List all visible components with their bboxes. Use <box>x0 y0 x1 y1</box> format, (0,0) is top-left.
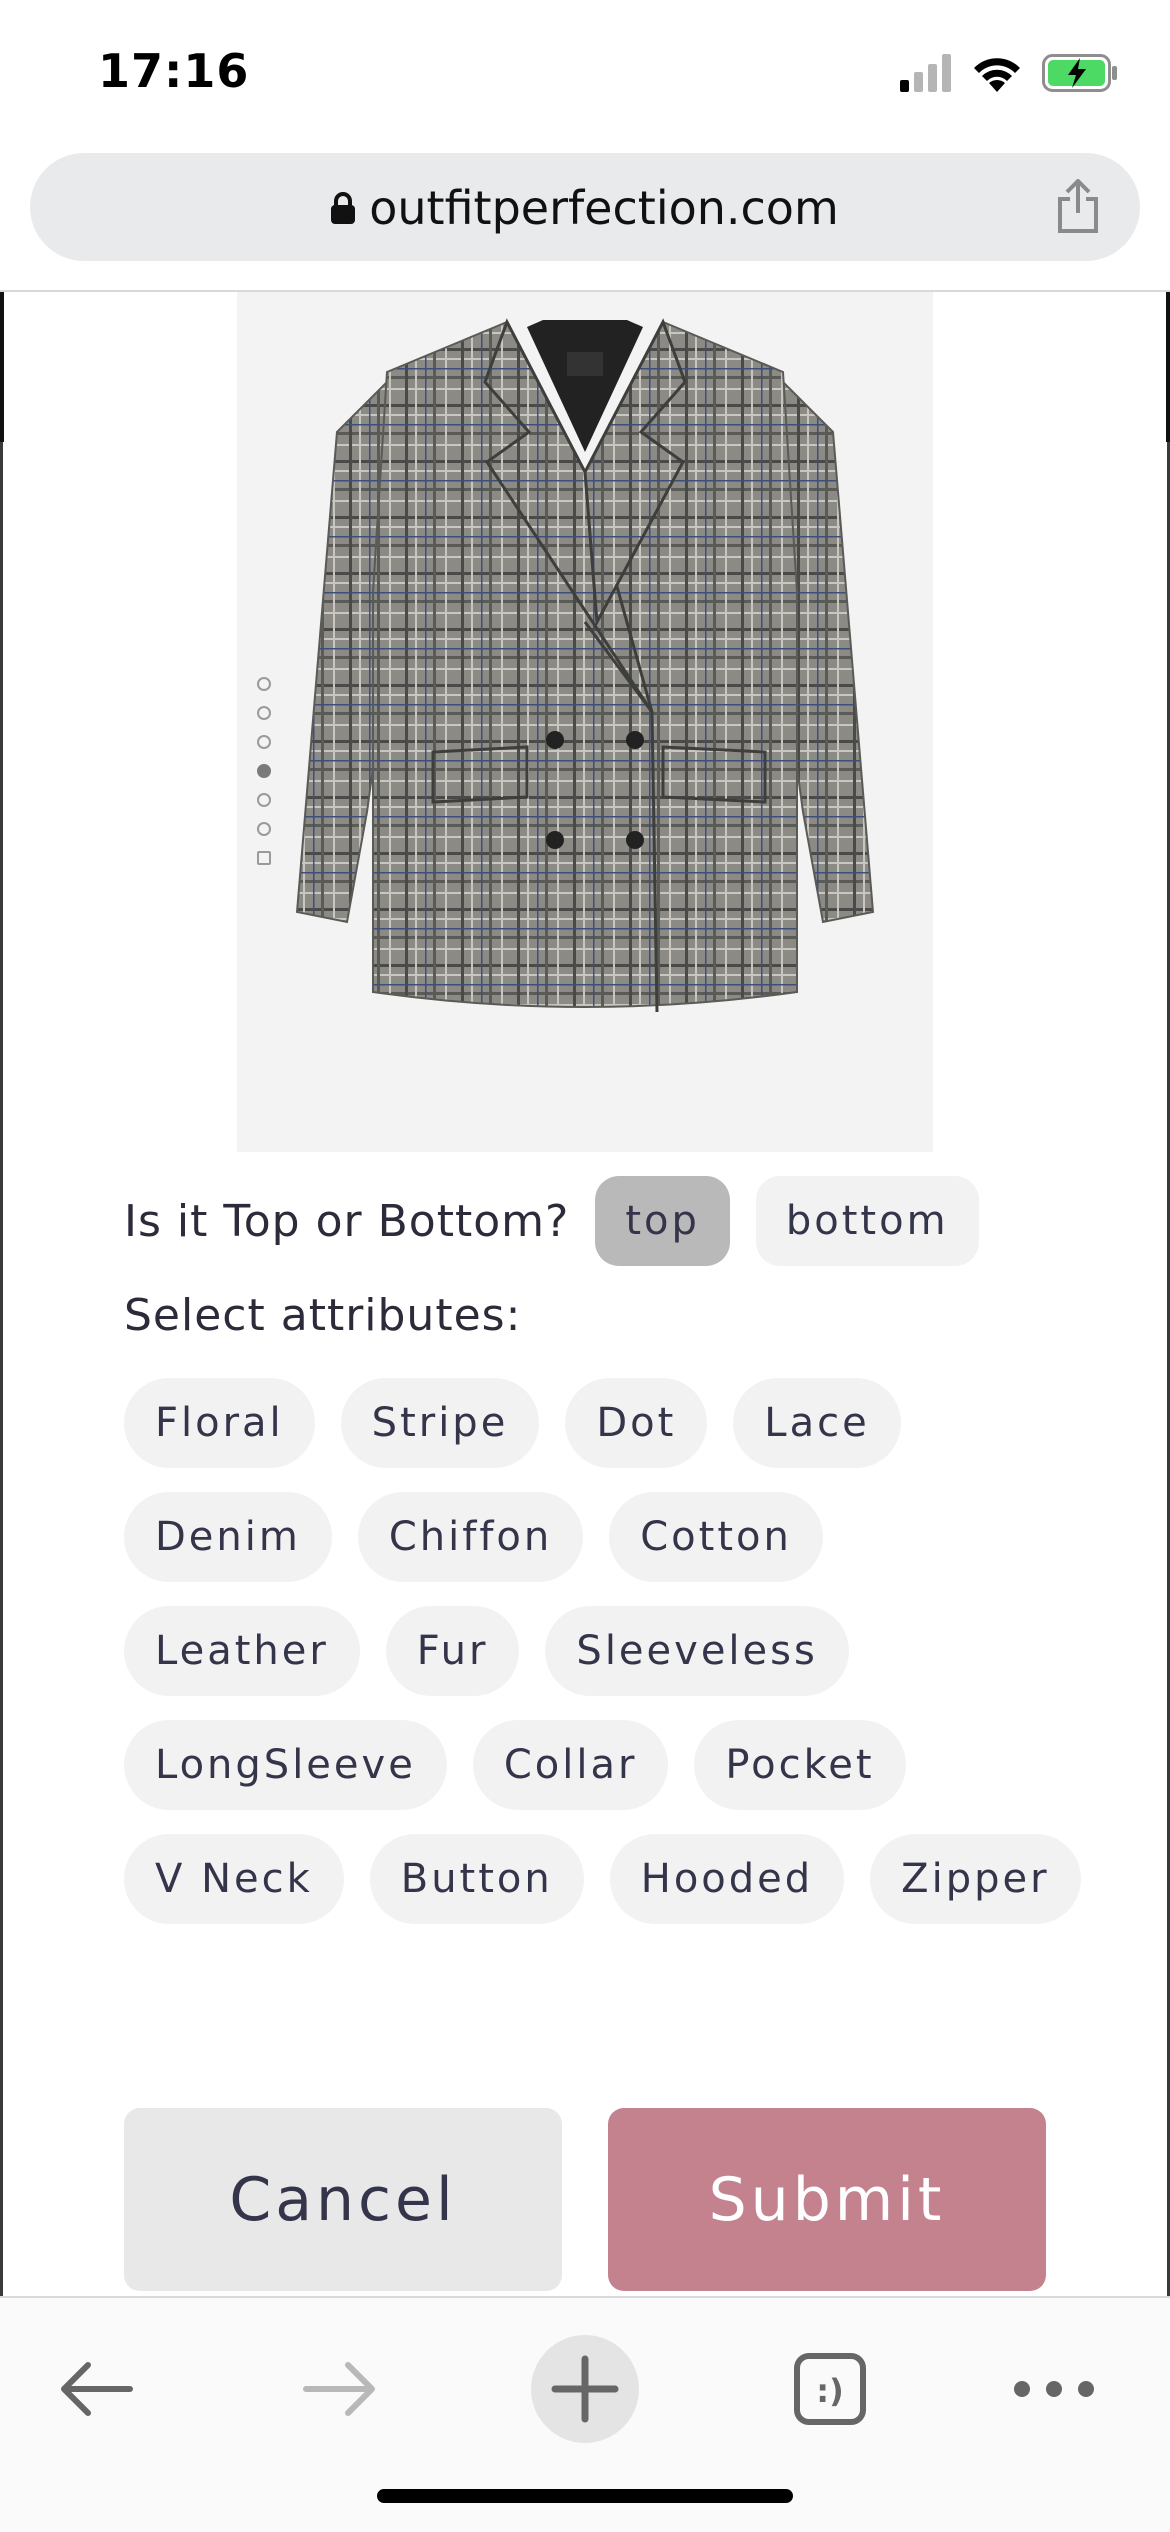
carousel-dot[interactable] <box>257 706 271 720</box>
back-button[interactable] <box>36 2334 156 2444</box>
wifi-icon <box>974 58 1020 92</box>
home-indicator[interactable] <box>377 2489 793 2503</box>
attribute-chip-chiffon[interactable]: Chiffon <box>357 1492 584 1582</box>
cancel-button[interactable]: Cancel <box>124 2108 562 2291</box>
option-top-button[interactable]: top <box>595 1176 730 1266</box>
plaid-blazer-image <box>295 318 875 1013</box>
new-tab-plus-icon <box>531 2335 639 2443</box>
attribute-chip-dot[interactable]: Dot <box>565 1378 708 1468</box>
status-icons <box>900 50 1118 96</box>
carousel-dot[interactable] <box>257 822 271 836</box>
tabs-icon: :) <box>794 2353 866 2425</box>
url-display[interactable]: outfitperfection.com <box>30 181 1140 235</box>
lock-icon <box>331 191 356 224</box>
address-bar[interactable]: outfitperfection.com <box>30 153 1140 261</box>
attribute-chip-stripe[interactable]: Stripe <box>340 1378 540 1468</box>
attribute-chip-lace[interactable]: Lace <box>733 1378 901 1468</box>
new-tab-button[interactable] <box>525 2334 645 2444</box>
more-button[interactable] <box>994 2334 1114 2444</box>
product-image[interactable] <box>237 292 933 1152</box>
carousel-dot[interactable] <box>257 677 271 691</box>
status-bar: 17:16 <box>0 0 1170 140</box>
more-icon <box>1014 2381 1094 2397</box>
submit-button[interactable]: Submit <box>608 2108 1046 2291</box>
attribute-chip-list: Floral Stripe Dot Lace Denim Chiffon Cot… <box>124 1378 1084 1924</box>
back-arrow-icon <box>61 2362 133 2416</box>
carousel-dot[interactable] <box>257 735 271 749</box>
attribute-chip-leather[interactable]: Leather <box>124 1606 360 1696</box>
carousel-dot-active[interactable] <box>257 764 271 778</box>
attribute-chip-denim[interactable]: Denim <box>124 1492 332 1582</box>
frame-edge-left <box>0 292 4 442</box>
carousel-dot[interactable] <box>257 793 271 807</box>
attribute-chip-sleeveless[interactable]: Sleeveless <box>545 1606 849 1696</box>
carousel-dot-video[interactable] <box>257 851 271 865</box>
signal-icon <box>900 54 951 92</box>
attribute-chip-pocket[interactable]: Pocket <box>694 1720 906 1810</box>
attribute-chip-cotton[interactable]: Cotton <box>609 1492 823 1582</box>
attribute-chip-collar[interactable]: Collar <box>472 1720 669 1810</box>
url-text: outfitperfection.com <box>369 181 839 235</box>
attribute-chip-longsleeve[interactable]: LongSleeve <box>124 1720 447 1810</box>
attributes-label: Select attributes: <box>124 1290 522 1341</box>
carousel-indicator[interactable] <box>257 677 271 865</box>
tabs-glyph: :) <box>816 2372 843 2410</box>
tabs-button[interactable]: :) <box>770 2334 890 2444</box>
attribute-chip-fur[interactable]: Fur <box>385 1606 520 1696</box>
top-bottom-question: Is it Top or Bottom? top bottom <box>124 1176 1005 1266</box>
battery-charging-icon <box>1042 54 1117 92</box>
forward-button[interactable] <box>280 2334 400 2444</box>
frame-edge-right <box>1166 292 1170 442</box>
share-icon[interactable] <box>1056 179 1100 233</box>
attribute-chip-v-neck[interactable]: V Neck <box>124 1834 344 1924</box>
attribute-chip-hooded[interactable]: Hooded <box>609 1834 845 1924</box>
forward-arrow-icon <box>303 2362 375 2416</box>
question-label: Is it Top or Bottom? <box>124 1195 570 1247</box>
status-time: 17:16 <box>98 44 250 98</box>
attribute-chip-button[interactable]: Button <box>369 1834 584 1924</box>
option-bottom-button[interactable]: bottom <box>755 1176 979 1266</box>
attribute-chip-floral[interactable]: Floral <box>124 1378 315 1468</box>
attribute-chip-zipper[interactable]: Zipper <box>870 1834 1081 1924</box>
